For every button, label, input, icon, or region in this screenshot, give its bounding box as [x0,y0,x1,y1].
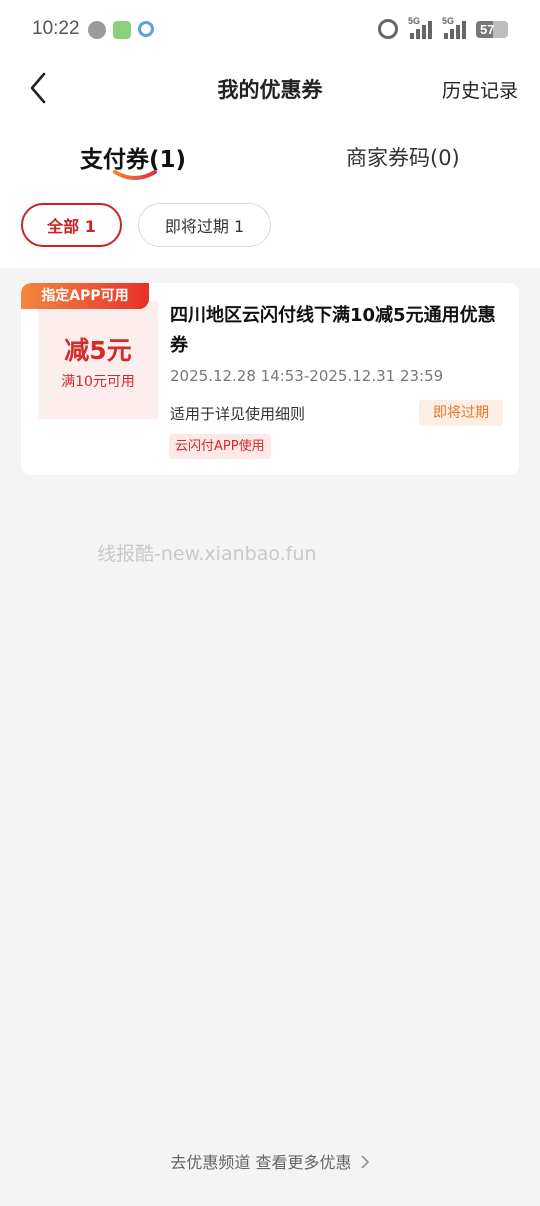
tab-merchant-codes[interactable]: 商家券码(0) [346,142,460,172]
active-tab-indicator [113,170,157,180]
coupon-rule-link[interactable]: 适用于详见使用细则 [170,403,305,424]
more-offers-label: 去优惠频道 查看更多优惠 [170,1153,352,1172]
app-only-tag: 指定APP可用 [21,283,149,309]
battery-level: 57 [480,21,495,37]
signal-icon: 5G [442,16,466,39]
signal-icon: 5G [408,16,432,39]
filter-expiring[interactable]: 即将过期 1 [138,203,271,247]
alarm-icon [378,19,398,39]
status-time: 10:22 [32,18,80,39]
network-label: 5G [408,16,421,26]
coupon-title: 四川地区云闪付线下满10减5元通用优惠券 [170,305,496,356]
coupon-card[interactable]: 减5元 满10元可用 指定APP可用 四川地区云闪付线下满10减5元通用优惠券 … [21,283,519,475]
status-bar: 10:22 5G 5G 57 [0,0,540,62]
browser-icon [138,21,154,37]
filter-all[interactable]: 全部 1 [21,203,122,247]
coupon-condition: 满10元可用 [61,374,135,390]
coupon-value: 减5元 满10元可用 [38,301,158,419]
history-button[interactable]: 历史记录 [442,76,518,103]
coupon-valid-period: 2025.12.28 14:53-2025.12.31 23:59 [170,367,444,385]
network-label: 5G [442,16,455,26]
wechat-icon [88,21,106,39]
watermark: 线报酷-new.xianbao.fun [97,543,317,565]
green-app-icon [113,21,131,39]
coupon-amount: 减5元 [64,336,132,365]
status-right: 5G 5G 57 [378,16,508,39]
battery-icon: 57 [476,20,508,38]
expiring-badge: 即将过期 [419,400,503,426]
chevron-right-icon [361,1155,369,1169]
more-offers-link[interactable]: 去优惠频道 查看更多优惠 [0,1149,540,1173]
notification-icons [88,21,154,39]
app-usage-tag: 云闪付APP使用 [169,434,271,459]
